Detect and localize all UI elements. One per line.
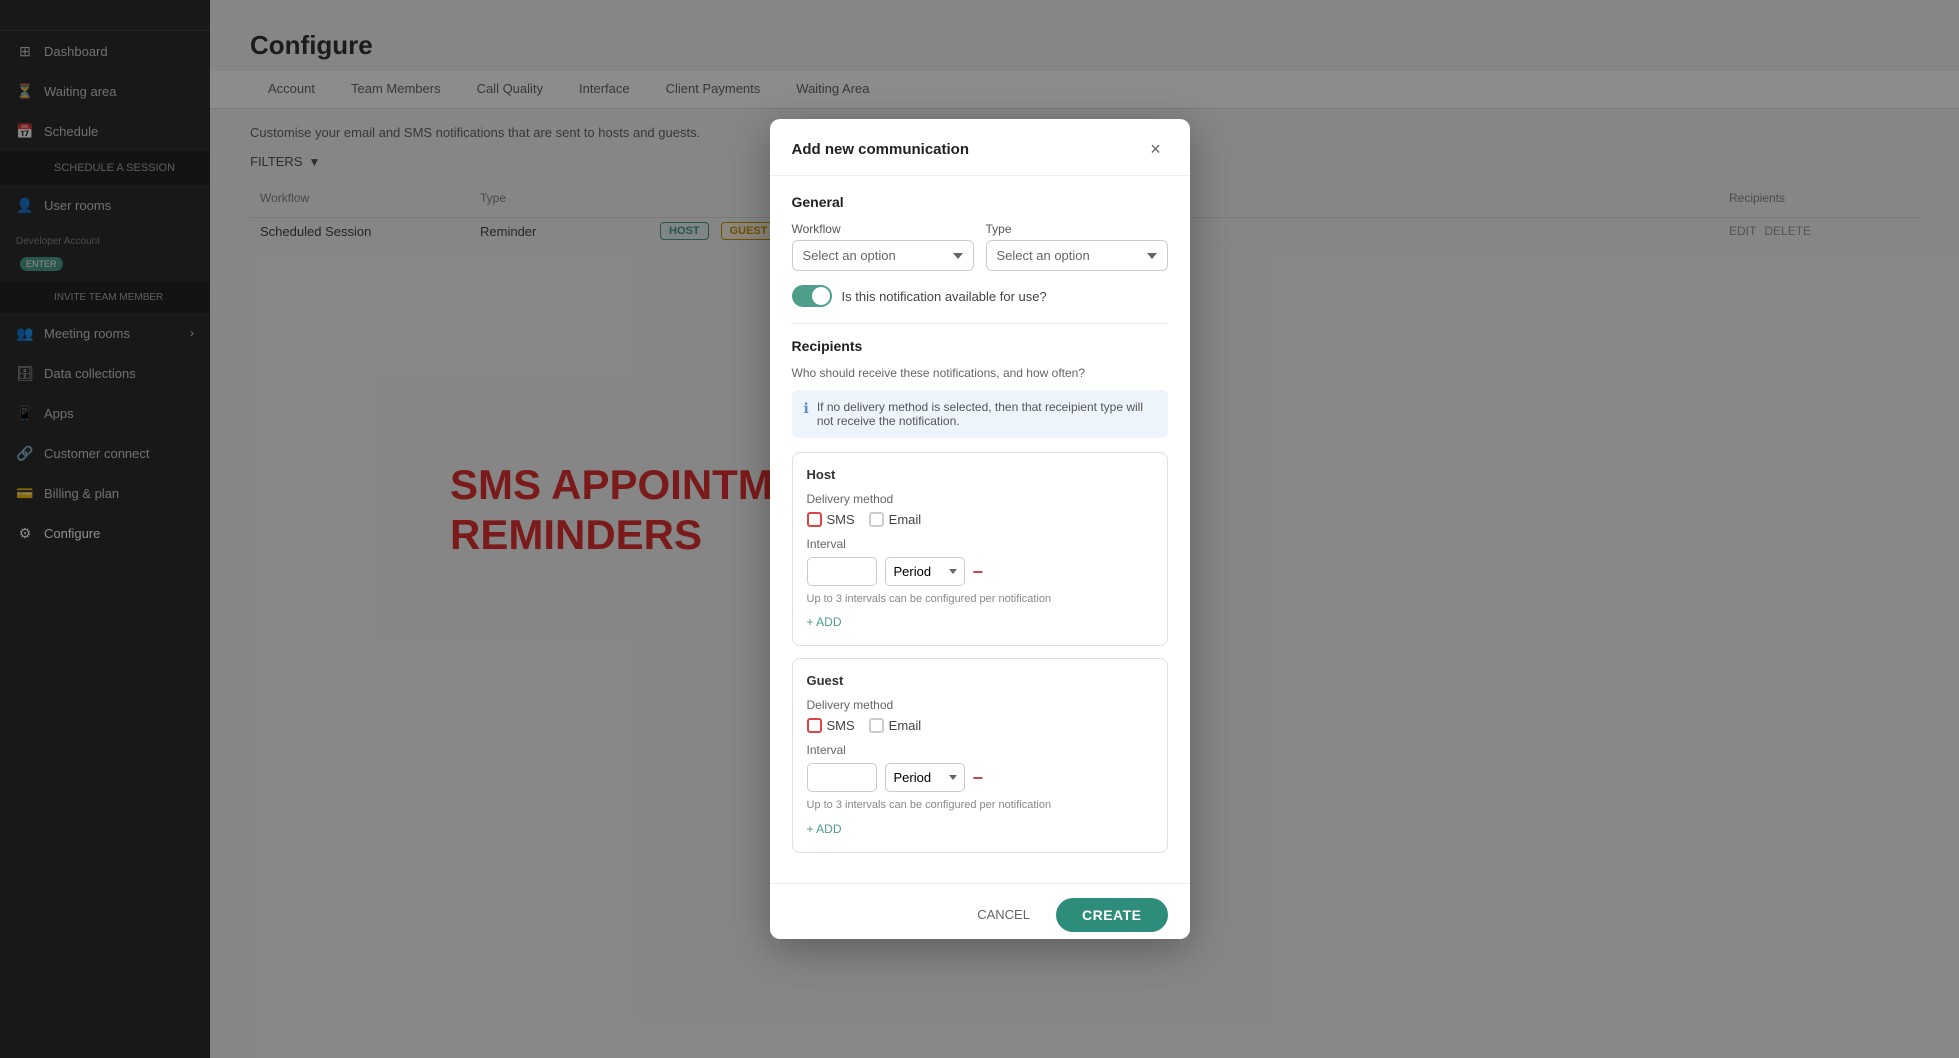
- guest-section: Guest Delivery method SMS Email Interval: [792, 658, 1168, 852]
- general-form-row: Workflow Select an option Scheduled Sess…: [792, 222, 1168, 271]
- guest-sms-label: SMS: [827, 718, 855, 733]
- info-icon: ℹ: [804, 400, 809, 417]
- guest-interval-hint: Up to 3 intervals can be configured per …: [807, 798, 1153, 813]
- guest-email-checkbox[interactable]: [869, 718, 884, 733]
- guest-delivery-method-label: Delivery method: [807, 698, 1153, 712]
- guest-section-title: Guest: [807, 673, 1153, 688]
- toggle-knob: [812, 287, 830, 305]
- guest-email-checkbox-item[interactable]: Email: [869, 718, 922, 733]
- modal-overlay[interactable]: Add new communication × General Workflow…: [0, 0, 1959, 1058]
- host-section: Host Delivery method SMS Email Interval: [792, 452, 1168, 646]
- guest-interval-section: Interval Period Minutes Hours Days − Up …: [807, 743, 1153, 837]
- host-delivery-method-label: Delivery method: [807, 492, 1153, 506]
- host-interval-row: Period Minutes Hours Days −: [807, 557, 1153, 586]
- guest-interval-row: Period Minutes Hours Days −: [807, 763, 1153, 792]
- guest-interval-input[interactable]: [807, 763, 877, 792]
- guest-interval-remove-button[interactable]: −: [973, 769, 984, 787]
- guest-email-label: Email: [889, 718, 922, 733]
- modal-title: Add new communication: [792, 141, 970, 158]
- workflow-form-group: Workflow Select an option Scheduled Sess…: [792, 222, 974, 271]
- info-text: If no delivery method is selected, then …: [817, 400, 1156, 428]
- guest-sms-checkbox[interactable]: [807, 718, 822, 733]
- host-interval-input[interactable]: [807, 557, 877, 586]
- host-interval-label: Interval: [807, 537, 1153, 551]
- host-sms-checkbox[interactable]: [807, 512, 822, 527]
- modal-close-button[interactable]: ×: [1144, 137, 1168, 161]
- modal-body: General Workflow Select an option Schedu…: [770, 176, 1190, 883]
- modal-dialog: Add new communication × General Workflow…: [770, 119, 1190, 939]
- host-sms-label: SMS: [827, 512, 855, 527]
- guest-interval-label: Interval: [807, 743, 1153, 757]
- guest-add-interval-button[interactable]: + ADD: [807, 822, 842, 836]
- host-period-select[interactable]: Period Minutes Hours Days: [885, 557, 965, 586]
- host-delivery-checkboxes: SMS Email: [807, 512, 1153, 527]
- host-email-checkbox-item[interactable]: Email: [869, 512, 922, 527]
- recipients-section-title: Recipients: [792, 338, 1168, 354]
- guest-delivery-checkboxes: SMS Email: [807, 718, 1153, 733]
- host-section-title: Host: [807, 467, 1153, 482]
- host-interval-hint: Up to 3 intervals can be configured per …: [807, 592, 1153, 607]
- host-interval-remove-button[interactable]: −: [973, 563, 984, 581]
- type-label: Type: [986, 222, 1168, 236]
- modal-footer: CANCEL CREATE: [770, 883, 1190, 939]
- host-add-interval-button[interactable]: + ADD: [807, 615, 842, 629]
- create-button[interactable]: CREATE: [1056, 898, 1168, 932]
- recipients-description: Who should receive these notifications, …: [792, 366, 1168, 380]
- cancel-button[interactable]: CANCEL: [963, 899, 1044, 930]
- general-section-title: General: [792, 194, 1168, 210]
- host-email-checkbox[interactable]: [869, 512, 884, 527]
- guest-sms-checkbox-item[interactable]: SMS: [807, 718, 855, 733]
- type-select[interactable]: Select an option Reminder Confirmation F…: [986, 240, 1168, 271]
- workflow-select[interactable]: Select an option Scheduled Session Insta…: [792, 240, 974, 271]
- toggle-row: Is this notification available for use?: [792, 285, 1168, 307]
- modal-header: Add new communication ×: [770, 119, 1190, 176]
- workflow-label: Workflow: [792, 222, 974, 236]
- host-interval-section: Interval Period Minutes Hours Days − Up …: [807, 537, 1153, 631]
- section-divider-1: [792, 323, 1168, 324]
- toggle-label: Is this notification available for use?: [842, 289, 1047, 304]
- host-email-label: Email: [889, 512, 922, 527]
- availability-toggle[interactable]: [792, 285, 832, 307]
- host-sms-checkbox-item[interactable]: SMS: [807, 512, 855, 527]
- type-form-group: Type Select an option Reminder Confirmat…: [986, 222, 1168, 271]
- guest-period-select[interactable]: Period Minutes Hours Days: [885, 763, 965, 792]
- info-box: ℹ If no delivery method is selected, the…: [792, 390, 1168, 438]
